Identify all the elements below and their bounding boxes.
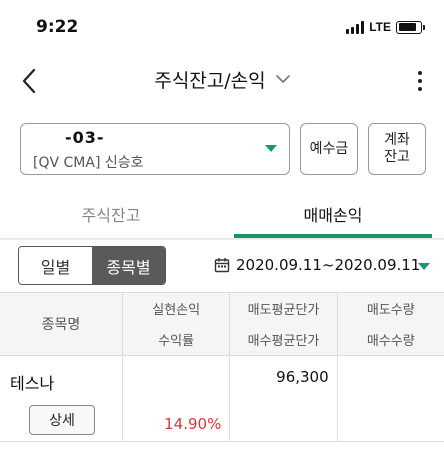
page-title: 주식잔고/손익	[154, 70, 266, 92]
header-return-rate: 수익률	[158, 334, 195, 349]
segment-by-stock[interactable]: 종목별	[92, 247, 165, 284]
account-balance-button[interactable]: 계좌 잔고	[368, 123, 426, 175]
more-button[interactable]	[410, 66, 430, 96]
header-buy-avg-price: 매수평균단가	[247, 334, 320, 349]
header-stock-name: 종목명	[0, 293, 123, 355]
more-vertical-icon	[418, 71, 422, 75]
price-cell: 96,300	[230, 356, 338, 442]
header-col-qty: 매도수량 매수수량	[338, 293, 444, 355]
header-col-pnl: 실현손익 수익률	[123, 293, 231, 355]
status-bar: 9:22 LTE	[0, 0, 444, 56]
header-col-price: 매도평균단가 매수평균단가	[230, 293, 338, 355]
pnl-cell: 14.90%	[123, 356, 231, 441]
stock-cell: 테스나 상세	[0, 356, 123, 441]
qty-cell	[338, 356, 444, 441]
account-number: -03-	[65, 128, 105, 147]
account-name: [QV CMA] 신승호	[33, 155, 144, 171]
date-range-text: 2020.09.11~2020.09.11	[236, 256, 421, 274]
header-sell-avg-price: 매도평균단가	[247, 303, 320, 318]
network-type: LTE	[369, 20, 391, 34]
signal-icon	[346, 20, 365, 34]
return-rate-value: 14.90%	[164, 415, 222, 433]
caret-down-icon	[265, 145, 277, 152]
battery-icon	[396, 20, 425, 34]
account-selector[interactable]: -03- [QV CMA] 신승호	[20, 123, 290, 175]
tab-bar: 주식잔고 매매손익	[0, 190, 444, 238]
segment-daily[interactable]: 일별	[19, 247, 92, 284]
table-header: 종목명 실현손익 수익률 매도평균단가 매수평균단가 매도수량 매수수량	[0, 292, 444, 356]
realized-pnl-value	[123, 356, 229, 398]
calendar-icon	[214, 258, 230, 273]
status-icons: LTE	[346, 20, 425, 34]
header-buy-qty: 매수수량	[366, 334, 415, 349]
chevron-down-icon	[275, 75, 290, 83]
deposit-button[interactable]: 예수금	[300, 123, 358, 175]
stock-name: 테스나	[10, 374, 55, 393]
buy-avg-price-value	[230, 399, 336, 442]
pnl-table: 종목명 실현손익 수익률 매도평균단가 매수평균단가 매도수량 매수수량 테스나…	[0, 292, 444, 442]
header-sell-qty: 매도수량	[366, 303, 415, 318]
buy-qty-value	[338, 399, 444, 442]
tab-trade-pnl[interactable]: 매매손익	[222, 190, 444, 238]
status-time: 9:22	[36, 17, 79, 37]
detail-button[interactable]: 상세	[29, 405, 95, 435]
account-row: -03- [QV CMA] 신승호 예수금 계좌 잔고	[20, 123, 434, 175]
header-realized-pnl: 실현손익	[152, 303, 201, 318]
caret-down-icon[interactable]	[418, 263, 430, 270]
title-dropdown[interactable]: 주식잔고/손익	[0, 66, 444, 93]
sell-avg-price-value: 96,300	[276, 368, 329, 387]
sell-qty-value	[338, 356, 444, 399]
app-header: 주식잔고/손익	[0, 56, 444, 106]
date-range-picker[interactable]: 2020.09.11~2020.09.11	[214, 256, 420, 274]
view-segment: 일별 종목별	[18, 246, 166, 285]
tab-stock-balance[interactable]: 주식잔고	[0, 190, 222, 238]
table-row[interactable]: 테스나 상세 14.90% 96,300	[0, 356, 444, 442]
filter-row: 일별 종목별 2020.09.11~2020.09.11	[0, 239, 444, 292]
